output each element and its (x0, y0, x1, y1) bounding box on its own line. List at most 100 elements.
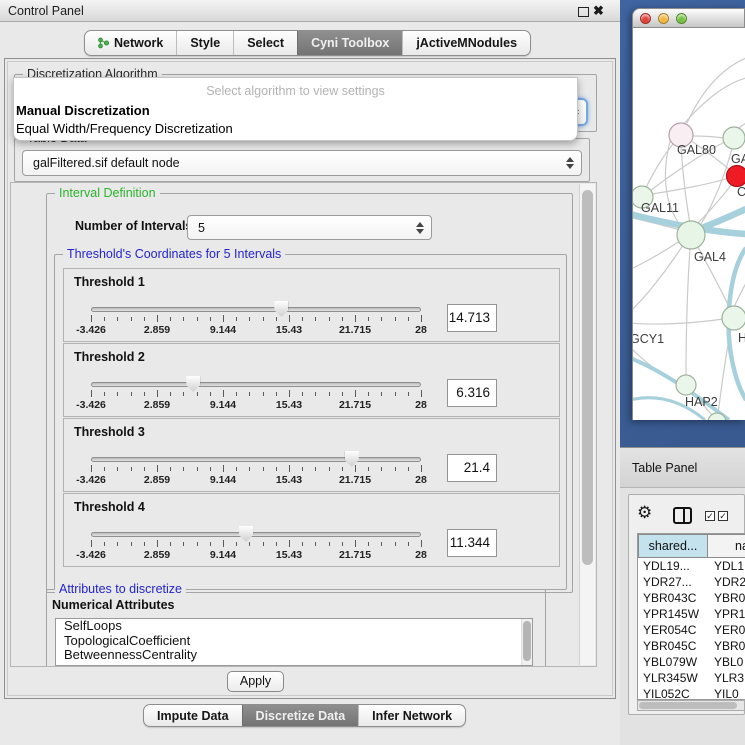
threshold-value-field[interactable]: 21.4 (447, 454, 497, 482)
tab-impute-data[interactable]: Impute Data (144, 705, 242, 726)
table-row[interactable]: YPR145W YPR1 (638, 606, 745, 622)
slider-tick (236, 392, 237, 396)
threshold-panel: Threshold 1 -3.4262.8599.14415.4321.7152… (63, 268, 560, 342)
table-row[interactable]: YDL19... YDL1 (638, 558, 745, 574)
table-row[interactable]: YBR043C YBR0 (638, 590, 745, 606)
slider-tick (395, 542, 396, 546)
tab-select[interactable]: Select (233, 31, 297, 55)
close-icon[interactable]: ✖ (593, 3, 604, 19)
tab-label: Select (247, 36, 284, 50)
table-row[interactable]: YLR345W YLR3 (638, 670, 745, 686)
slider-tick (210, 542, 211, 546)
attribute-item[interactable]: TopologicalCoefficient (56, 634, 532, 649)
slider-tick (381, 542, 382, 546)
attribute-item[interactable]: SelfLoops (56, 619, 532, 634)
network-node[interactable] (723, 127, 745, 149)
slider-tick (144, 392, 145, 396)
slider-tick (421, 465, 422, 472)
threshold-value-field[interactable]: 6.316 (447, 379, 497, 407)
slider-thumb[interactable] (274, 301, 288, 317)
attribute-item[interactable]: BetweennessCentrality (56, 648, 532, 663)
tab-style[interactable]: Style (176, 31, 233, 55)
table-data-combobox[interactable]: galFiltered.sif default node (22, 150, 582, 176)
minimize-traffic-light-icon[interactable] (658, 13, 669, 24)
slider-tick (355, 540, 356, 547)
table-row[interactable]: YBL079W YBL0 (638, 654, 745, 670)
table-row[interactable]: YDR27... YDR2 (638, 574, 745, 590)
node-table-rows: YDL19... YDL1YDR27... YDR2YBR043C YBR0YP… (638, 558, 745, 700)
apply-button[interactable]: Apply (227, 671, 284, 692)
node-attribute-table[interactable]: shared... na YDL19... YDL1YDR27... YDR2Y… (637, 533, 745, 700)
network-node[interactable] (677, 221, 705, 249)
tab-jactivemnodules[interactable]: jActiveMNodules (402, 31, 530, 55)
scrollbar-thumb[interactable] (582, 190, 593, 565)
slider-tick (170, 542, 171, 546)
slider-track[interactable] (91, 457, 421, 462)
gear-icon[interactable]: ⚙ (637, 503, 652, 523)
zoom-traffic-light-icon[interactable] (676, 13, 687, 24)
checkbox-icon[interactable]: ✓ (705, 511, 715, 521)
slider-thumb[interactable] (345, 451, 359, 467)
popup-item-manual-discretization[interactable]: Manual Discretization (16, 103, 150, 118)
table-cell-shared-name: YER054C (638, 622, 708, 638)
table-header-row: shared... na (638, 534, 745, 558)
slider-track[interactable] (91, 307, 421, 312)
table-row[interactable]: YBR045C YBR0 (638, 638, 745, 654)
network-window-titlebar[interactable] (632, 8, 745, 28)
numerical-attributes-list[interactable]: SelfLoopsTopologicalCoefficientBetweenne… (55, 618, 533, 666)
table-cell-name: YBR0 (708, 590, 745, 606)
tab-cyni-toolbox[interactable]: Cyni Toolbox (297, 31, 402, 55)
slider-tick-label: 28 (397, 549, 445, 561)
slider-tick (302, 467, 303, 471)
table-horizontal-scrollbar[interactable] (637, 700, 745, 711)
slider-tick-label: 21.715 (331, 474, 379, 486)
tab-infer-network[interactable]: Infer Network (358, 705, 465, 726)
slider-tick (263, 317, 264, 321)
slider-tick (368, 467, 369, 471)
network-canvas[interactable]: GAL80GACGAL11GAL4GCY1HHAP2 (632, 28, 745, 420)
float-window-icon[interactable] (578, 7, 589, 17)
slider-tick (91, 315, 92, 322)
network-node[interactable] (722, 306, 745, 330)
settings-vertical-scrollbar[interactable] (579, 184, 595, 665)
slider-tick (408, 317, 409, 321)
slider-track[interactable] (91, 532, 421, 537)
slider-tick (210, 392, 211, 396)
scrollbar-thumb[interactable] (523, 621, 531, 661)
tab-label: Style (190, 36, 220, 50)
table-panel-toolbar-container: ⚙ ✓ ✓ shared... na YDL19... YDL1YDR27...… (628, 494, 745, 715)
table-cell-shared-name: YDL19... (638, 558, 708, 574)
tab-label: Cyni Toolbox (311, 36, 389, 50)
popup-item-equal-width-frequency[interactable]: Equal Width/Frequency Discretization (16, 121, 233, 136)
checkbox-icon[interactable]: ✓ (718, 511, 728, 521)
panel-title: Control Panel (8, 4, 84, 18)
close-traffic-light-icon[interactable] (640, 13, 651, 24)
table-cell-name: YBL0 (708, 654, 745, 670)
slider-thumb[interactable] (239, 526, 253, 542)
tab-discretize-data[interactable]: Discretize Data (242, 705, 359, 726)
network-node-label: GAL11 (641, 201, 679, 215)
column-header-shared-name[interactable]: shared... (638, 534, 708, 558)
slider-tick (276, 542, 277, 546)
slider-track[interactable] (91, 382, 421, 387)
slider-thumb[interactable] (186, 376, 200, 392)
threshold-panel: Threshold 2 -3.4262.8599.14415.4321.7152… (63, 343, 560, 417)
list-scrollbar[interactable] (521, 619, 532, 665)
column-layout-icon[interactable] (673, 507, 692, 524)
threshold-value-field[interactable]: 14.713 (447, 304, 497, 332)
threshold-value-field[interactable]: 11.344 (447, 529, 497, 557)
slider-tick-label: 21.715 (331, 324, 379, 336)
scrollbar-thumb[interactable] (639, 702, 737, 709)
number-of-intervals-combobox[interactable]: 5 (187, 215, 432, 240)
network-node-label: GAL80 (677, 143, 716, 157)
column-header-name[interactable]: na (708, 534, 745, 558)
table-row[interactable]: YIL052C YIL0 (638, 686, 745, 700)
network-node[interactable] (676, 375, 696, 395)
tab-network[interactable]: Network (85, 31, 176, 55)
slider-tick-label: 2.859 (133, 549, 181, 561)
slider-tick (157, 315, 158, 322)
slider-tick (117, 317, 118, 321)
network-node[interactable] (727, 166, 745, 187)
slider-tick (249, 317, 250, 321)
table-row[interactable]: YER054C YER0 (638, 622, 745, 638)
